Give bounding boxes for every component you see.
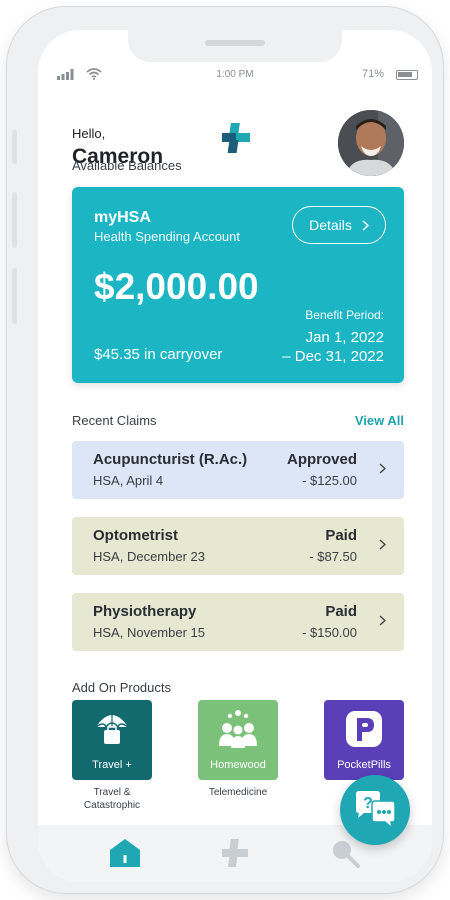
- view-all-claims-link[interactable]: View All: [355, 413, 404, 428]
- app-screen: 1:00 PM 71% Hello, Cameron Available Bal…: [38, 30, 432, 882]
- balances-section-label: Available Balances: [72, 158, 182, 173]
- claim-title: Acupuncturist (R.Ac.): [93, 451, 248, 468]
- product-tile-label: Travel +: [92, 759, 132, 771]
- product-tile-label: Homewood: [210, 759, 266, 771]
- tab-health[interactable]: [215, 835, 255, 871]
- app-logo-icon: [222, 123, 250, 153]
- chevron-right-icon: [379, 539, 386, 550]
- product-tile-label: PocketPills: [337, 759, 391, 771]
- product-label: Travel & Catastrophic: [67, 786, 157, 812]
- people-icon: [219, 710, 257, 748]
- hsa-card-title: myHSA: [94, 209, 151, 226]
- claim-amount: - $87.50: [309, 549, 357, 564]
- chat-help-button[interactable]: ?: [340, 775, 410, 845]
- product-homewood[interactable]: Homewood Telemedicine: [193, 700, 283, 799]
- battery-icon: [396, 70, 418, 80]
- greeting-hello: Hello,: [72, 126, 106, 141]
- hsa-balance-amount: $2,000.00: [94, 266, 259, 307]
- pocketpills-logo-icon: [346, 711, 382, 747]
- claim-title: Physiotherapy: [93, 603, 197, 620]
- claim-row[interactable]: Acupuncturist (R.Ac.) HSA, April 4 Appro…: [72, 441, 404, 499]
- benefit-period-end: – Dec 31, 2022: [282, 348, 384, 365]
- claim-amount: - $150.00: [302, 625, 357, 640]
- benefit-period-range: Jan 1, 2022 – Dec 31, 2022: [282, 328, 384, 366]
- benefit-period-label: Benefit Period:: [305, 308, 384, 322]
- chevron-right-icon: [379, 615, 386, 626]
- details-button[interactable]: Details: [292, 206, 386, 244]
- details-button-label: Details: [309, 217, 352, 233]
- chat-help-icon: ?: [356, 791, 396, 830]
- carryover-amount: $45.35 in carryover: [94, 346, 223, 363]
- plus-icon: [222, 839, 248, 867]
- phone-frame: 1:00 PM 71% Hello, Cameron Available Bal…: [6, 6, 444, 894]
- home-icon: [110, 839, 140, 867]
- avatar-photo: [338, 110, 404, 176]
- claim-row[interactable]: Optometrist HSA, December 23 Paid - $87.…: [72, 517, 404, 575]
- hsa-card-subtitle: Health Spending Account: [94, 229, 240, 244]
- claim-status: Approved: [286, 451, 357, 468]
- chevron-right-icon: [379, 463, 386, 474]
- hsa-balance-card[interactable]: myHSA Health Spending Account Details $2…: [72, 187, 404, 383]
- claim-subtitle: HSA, December 23: [93, 549, 205, 564]
- claim-row[interactable]: Physiotherapy HSA, November 15 Paid - $1…: [72, 593, 404, 651]
- umbrella-icon: [95, 715, 129, 744]
- claim-subtitle: HSA, April 4: [93, 473, 164, 488]
- avatar[interactable]: [338, 110, 404, 176]
- product-tile: Homewood: [198, 700, 278, 780]
- side-button: [12, 130, 17, 164]
- product-label-line: Catastrophic: [83, 800, 141, 811]
- side-button: [12, 268, 17, 324]
- battery-percent: 71%: [361, 68, 384, 80]
- notch: [128, 30, 342, 62]
- claim-status: Paid: [325, 527, 357, 544]
- chevron-right-icon: [362, 219, 369, 231]
- product-label-line: Travel &: [93, 787, 131, 798]
- search-icon: [333, 841, 360, 868]
- claim-status: Paid: [325, 603, 357, 620]
- products-section-label: Add On Products: [72, 680, 171, 695]
- claim-subtitle: HSA, November 15: [93, 625, 205, 640]
- product-tile: PocketPills: [324, 700, 404, 780]
- product-label-line: Telemedicine: [208, 787, 268, 798]
- claims-section-label: Recent Claims: [72, 413, 157, 428]
- claim-amount: - $125.00: [302, 473, 357, 488]
- side-button: [12, 192, 17, 248]
- status-bar: 1:00 PM 71%: [38, 68, 432, 82]
- product-label: Telemedicine: [193, 786, 283, 799]
- product-tile: Travel +: [72, 700, 152, 780]
- benefit-period-start: Jan 1, 2022: [305, 329, 384, 346]
- product-travel[interactable]: Travel + Travel & Catastrophic: [67, 700, 157, 812]
- tab-home[interactable]: [105, 835, 145, 871]
- claim-title: Optometrist: [93, 527, 179, 544]
